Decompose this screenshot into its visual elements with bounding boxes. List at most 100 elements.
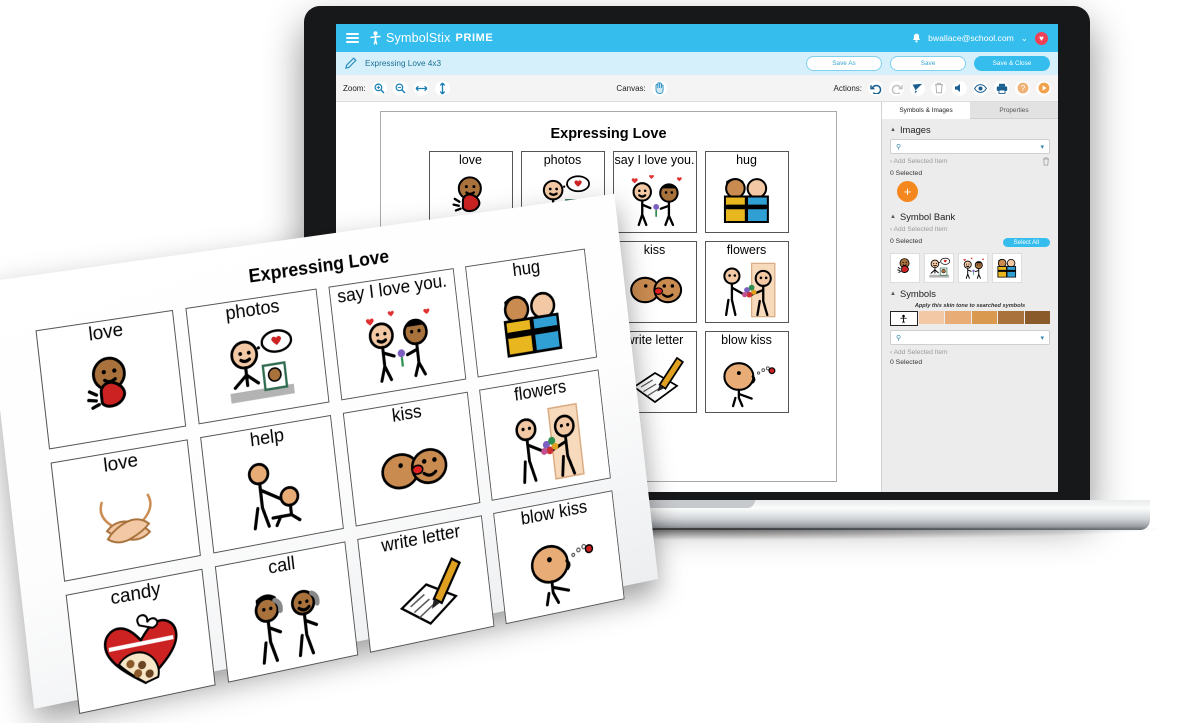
symbols-selected-count: 0 Selected — [890, 359, 923, 366]
play-icon[interactable] — [1036, 80, 1051, 96]
symbol-cell[interactable]: blow kiss — [704, 331, 789, 413]
symbol-cell-label: say I love you. — [614, 153, 695, 167]
skin-tone-swatch-1[interactable] — [918, 311, 944, 324]
symbols-section: ▲ Symbols Apply this skin tone to search… — [882, 283, 1058, 366]
symbol-cell[interactable]: blow kiss — [492, 490, 625, 625]
symbol-bank-thumb-photos-frame[interactable] — [924, 253, 954, 283]
images-selected-count: 0 Selected — [890, 170, 923, 177]
skin-tone-swatch-0[interactable] — [890, 311, 918, 326]
stick-figure-logo-icon — [370, 31, 381, 45]
chevron-down-icon[interactable]: ▾ — [1040, 143, 1044, 151]
symbol-cell[interactable]: hug — [704, 151, 789, 233]
document-name-label: Expressing Love 4x3 — [365, 59, 442, 68]
symbol-cell[interactable]: call — [214, 541, 358, 683]
eye-preview-icon[interactable] — [973, 80, 988, 96]
tab-properties[interactable]: Properties — [970, 102, 1058, 119]
symbol-cell[interactable]: flowers — [478, 369, 611, 501]
svg-text:?: ? — [1020, 84, 1025, 93]
symbol-bank-thumb-say-i-love-you[interactable] — [958, 253, 988, 283]
skin-tone-label: Apply this skin tone to searched symbols — [914, 303, 1026, 309]
heart-avatar-icon[interactable]: ♥ — [1035, 31, 1048, 45]
skin-tone-swatch-5[interactable] — [1024, 311, 1050, 324]
skin-tone-swatch-2[interactable] — [945, 311, 971, 324]
search-icon: ⚲ — [896, 334, 902, 342]
symbol-bank-thumb-love-hug-heart[interactable] — [890, 253, 920, 283]
symbol-cell[interactable]: say I love you. — [327, 268, 466, 401]
save-button[interactable]: Save — [890, 56, 966, 71]
skin-tone-swatch-3[interactable] — [971, 311, 997, 324]
symbol-bank-title: Symbol Bank — [899, 211, 956, 222]
symbol-cell-art-hug-couple — [468, 270, 596, 376]
symbol-bank-thumb-hug-couple[interactable] — [992, 253, 1022, 283]
user-email-label: bwallace@school.com — [928, 33, 1014, 43]
save-and-close-button[interactable]: Save & Close — [974, 56, 1050, 71]
add-image-button[interactable]: + — [897, 181, 918, 202]
symbol-cell[interactable]: say I love you. — [612, 151, 697, 233]
symbol-cell-art-say-i-love-you — [331, 290, 464, 399]
symbol-cell[interactable]: love — [50, 439, 201, 582]
symbol-cell-art-flowers-giving — [706, 257, 788, 322]
collapse-caret-icon[interactable]: ▲ — [890, 291, 896, 297]
save-as-button[interactable]: Save As — [806, 56, 882, 71]
chevron-down-icon[interactable]: ▾ — [1040, 334, 1044, 342]
symbol-cell[interactable]: flowers — [704, 241, 789, 323]
collapse-caret-icon[interactable]: ▲ — [890, 214, 896, 220]
hamburger-menu-icon[interactable] — [346, 33, 359, 43]
pencil-edit-icon[interactable] — [344, 57, 357, 70]
symbol-cell-art-call-phone-two — [218, 564, 357, 682]
images-section: ▲ Images ⚲ ▾ ‹ Add Selected Item 0 Selec… — [882, 119, 1058, 202]
notification-bell-icon[interactable] — [912, 33, 921, 43]
trash-delete-icon[interactable] — [931, 80, 946, 96]
symbol-cell[interactable]: candy — [65, 568, 216, 715]
symbol-bank-header[interactable]: ▲ Symbol Bank — [890, 211, 1050, 222]
document-bar: Expressing Love 4x3 Save As Save Save & … — [336, 52, 1058, 75]
images-section-header[interactable]: ▲ Images — [890, 124, 1050, 135]
help-question-icon[interactable]: ? — [1015, 80, 1030, 96]
bank-add-selected-link[interactable]: ‹ Add Selected Item — [890, 226, 1050, 233]
fit-height-icon[interactable] — [434, 80, 450, 96]
trash-delete-icon[interactable] — [1042, 157, 1050, 166]
editor-toolbar: Zoom: Canvas: Actions: ? — [336, 75, 1058, 102]
symbol-cell[interactable]: hug — [464, 248, 597, 378]
symbol-cell-art-blow-kiss — [706, 347, 788, 412]
symbols-search-input[interactable]: ⚲ ▾ — [890, 330, 1050, 345]
symbols-header[interactable]: ▲ Symbols — [890, 288, 1050, 299]
speaker-audio-icon[interactable] — [952, 80, 967, 96]
paper-symbol-grid: love photos say I love you. hug love hel… — [0, 243, 660, 723]
undo-icon[interactable] — [868, 80, 883, 96]
symbol-cell[interactable]: help — [199, 415, 344, 554]
symbol-cell-art-blow-kiss — [496, 512, 623, 623]
user-account-area[interactable]: bwallace@school.com ⌄ ♥ — [912, 31, 1048, 45]
redo-icon[interactable] — [889, 80, 904, 96]
symbol-cell[interactable]: write letter — [356, 515, 495, 653]
symbol-cell-art-help-hand-up — [203, 437, 342, 552]
images-search-input[interactable]: ⚲ ▾ — [890, 139, 1050, 154]
select-all-button[interactable]: Select All — [1002, 238, 1050, 247]
symbol-cell-art-candy-heart-box — [69, 592, 214, 713]
symbol-cell-label: kiss — [643, 243, 666, 257]
board-title: Expressing Love — [550, 126, 667, 142]
print-icon[interactable] — [994, 80, 1009, 96]
tab-symbols-images[interactable]: Symbols & Images — [882, 102, 970, 119]
symbol-cell-art-photos-frame — [188, 311, 327, 423]
paint-format-icon[interactable] — [910, 80, 925, 96]
symbol-cell[interactable]: love — [34, 309, 186, 450]
canvas-label: Canvas: — [616, 83, 646, 93]
zoom-out-icon[interactable] — [392, 80, 408, 96]
symbol-bank-section: ▲ Symbol Bank ‹ Add Selected Item 0 Sele… — [882, 206, 1058, 283]
skin-tone-swatch-4[interactable] — [998, 311, 1024, 324]
images-add-selected-link[interactable]: ‹ Add Selected Item — [890, 158, 948, 165]
collapse-caret-icon[interactable]: ▲ — [890, 127, 896, 133]
actions-label: Actions: — [833, 83, 862, 93]
pan-hand-icon[interactable] — [651, 80, 667, 96]
printed-board-paper: Expressing Love love photos say I love y… — [0, 193, 659, 715]
zoom-label: Zoom: — [343, 83, 366, 93]
panel-tabs: Symbols & Images Properties — [882, 102, 1058, 119]
fit-width-icon[interactable] — [413, 80, 429, 96]
symbol-cell-art-hug-couple — [706, 167, 788, 232]
symbol-cell[interactable]: photos — [184, 288, 329, 425]
symbols-add-selected-link[interactable]: ‹ Add Selected Item — [890, 349, 1050, 356]
symbol-cell[interactable]: kiss — [342, 391, 480, 527]
chevron-down-icon[interactable]: ⌄ — [1021, 33, 1028, 44]
zoom-in-icon[interactable] — [371, 80, 387, 96]
